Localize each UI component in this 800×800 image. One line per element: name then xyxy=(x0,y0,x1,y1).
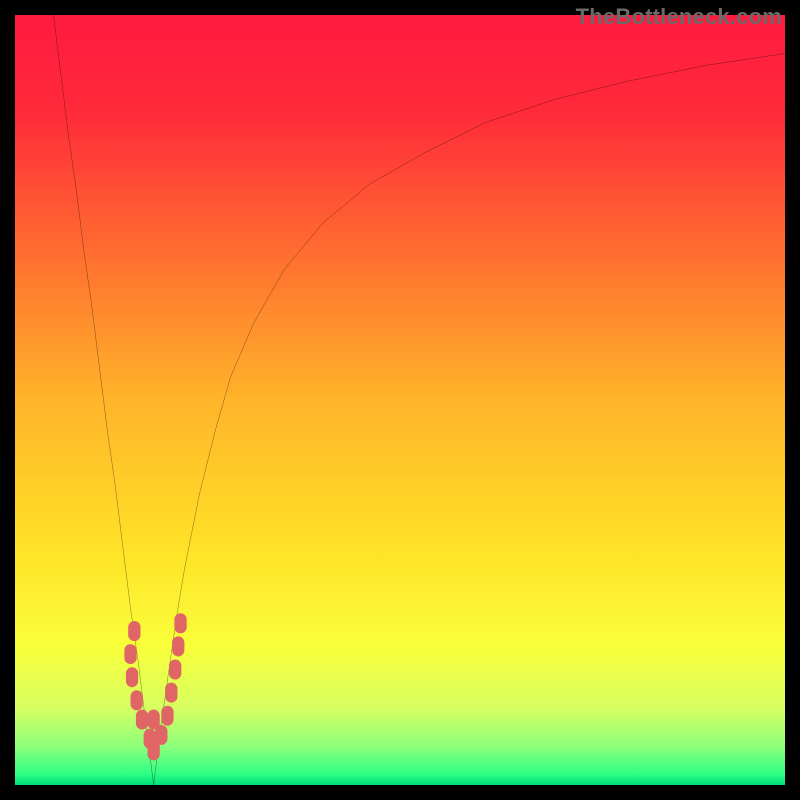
marker-point xyxy=(172,636,184,656)
marker-point xyxy=(165,683,177,703)
marker-point xyxy=(136,710,148,730)
plot-area xyxy=(15,15,785,785)
series-left-branch xyxy=(54,15,154,785)
watermark-text: TheBottleneck.com xyxy=(576,4,782,30)
marker-point xyxy=(169,659,181,679)
chart-frame: TheBottleneck.com xyxy=(0,0,800,800)
marker-point xyxy=(174,613,186,633)
marker-point xyxy=(128,621,140,641)
series-right-branch xyxy=(154,54,785,786)
marker-point xyxy=(147,710,159,730)
marker-point xyxy=(161,706,173,726)
marker-point xyxy=(126,667,138,687)
marker-point xyxy=(131,690,143,710)
marker-point xyxy=(124,644,136,664)
curve-layer xyxy=(15,15,785,785)
